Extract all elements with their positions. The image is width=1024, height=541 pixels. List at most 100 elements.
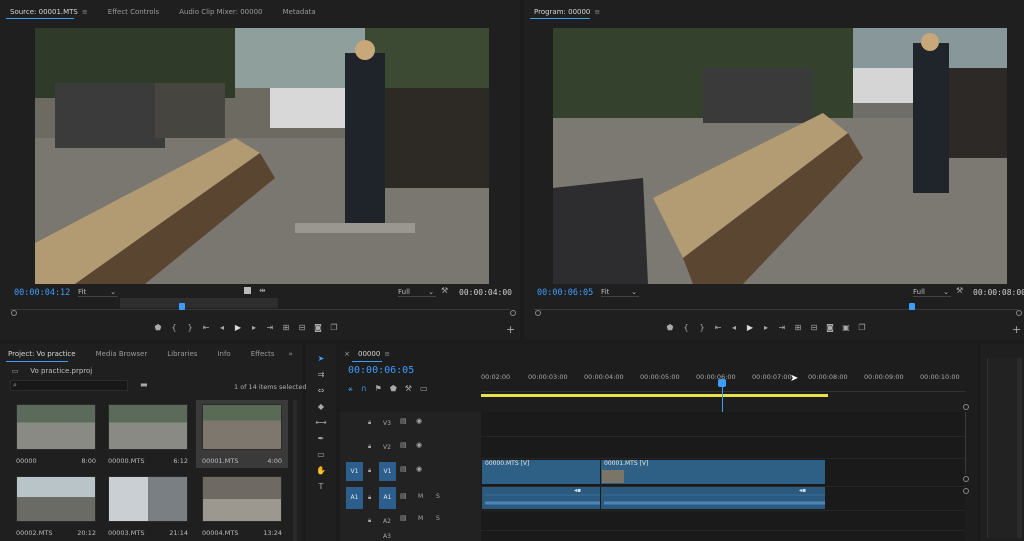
project-scrollbar[interactable] <box>293 400 297 541</box>
more-panels-button[interactable]: » <box>285 350 297 358</box>
search-field[interactable]: ⌕ <box>10 380 128 391</box>
timeline-playhead-head[interactable] <box>718 379 726 387</box>
audio-clip-a1-2[interactable]: ◂▪ <box>601 487 825 509</box>
lock-icon[interactable]: 🔒︎ <box>368 494 371 502</box>
add-marker-icon[interactable]: ⬟ <box>390 384 397 394</box>
wrench-icon[interactable]: ⚒ <box>956 286 963 295</box>
add-button-icon[interactable]: + <box>1012 323 1021 336</box>
program-left-handle[interactable] <box>535 310 541 316</box>
wrench-icon[interactable]: ⚒ <box>405 384 412 394</box>
source-resolution-dropdown[interactable]: Full ⌄ <box>398 288 436 297</box>
in-point-icon[interactable]: { <box>678 323 694 332</box>
project-item-00003-mts[interactable]: 00003.MTS 21:14 <box>102 472 194 541</box>
mute-button[interactable]: M <box>418 493 423 500</box>
source-patch-v1[interactable]: V1 <box>346 462 363 481</box>
tab-sequence[interactable]: 00000 ≡ <box>354 350 394 358</box>
project-item-00004-mts[interactable]: 00004.MTS 13:24 <box>196 472 288 541</box>
source-patch-a1[interactable]: A1 <box>346 487 363 509</box>
tab-source[interactable]: Source: 00001.MTS ≡ <box>0 8 98 16</box>
play-icon[interactable]: ▶ <box>742 323 758 332</box>
source-playhead[interactable] <box>179 303 185 310</box>
nest-icon[interactable]: ⚹ <box>348 384 353 394</box>
step-back-icon[interactable]: ◂ <box>214 323 230 332</box>
captions-icon[interactable]: ▭ <box>420 384 428 394</box>
work-area-bar[interactable] <box>481 394 828 397</box>
tab-metadata[interactable]: Metadata <box>273 8 326 16</box>
marker-icon[interactable]: ⬟ <box>662 323 678 332</box>
source-zoom-dropdown[interactable]: Fit ⌄ <box>78 288 118 297</box>
comparison-view-icon[interactable]: ▣ <box>838 323 854 332</box>
program-timeline-track[interactable] <box>534 309 1018 315</box>
export-frame-icon[interactable]: ◙ <box>310 323 326 332</box>
go-to-out-icon[interactable]: ⇥ <box>262 323 278 332</box>
tab-media-browser[interactable]: Media Browser <box>86 350 158 358</box>
step-forward-icon[interactable]: ▸ <box>758 323 774 332</box>
snap-icon[interactable]: ∩ <box>361 384 367 394</box>
go-to-out-icon[interactable]: ⇥ <box>774 323 790 332</box>
wrench-icon[interactable]: ⚒ <box>441 286 448 295</box>
toggle-sync-icon[interactable]: ▤ <box>400 514 407 522</box>
source-safe-margin-icon[interactable] <box>244 287 251 294</box>
in-point-icon[interactable]: { <box>166 323 182 332</box>
step-back-icon[interactable]: ◂ <box>726 323 742 332</box>
hand-tool-icon[interactable]: ✋ <box>316 466 326 479</box>
tab-effect-controls[interactable]: Effect Controls <box>98 8 169 16</box>
timeline-vscroll[interactable] <box>962 404 970 541</box>
lock-icon[interactable]: 🔒︎ <box>368 517 371 525</box>
out-point-icon[interactable]: } <box>694 323 710 332</box>
toggle-sync-icon[interactable]: ▤ <box>400 417 407 425</box>
lock-icon[interactable]: 🔒︎ <box>368 467 371 475</box>
new-bin-icon[interactable]: ▬ <box>140 380 148 389</box>
program-resolution-dropdown[interactable]: Full ⌄ <box>913 288 951 297</box>
toggle-sync-icon[interactable]: ▤ <box>400 441 407 449</box>
button-editor-icon[interactable]: ❐ <box>326 323 342 332</box>
program-timecode[interactable]: 00:00:06:05 <box>537 288 593 298</box>
toggle-sync-icon[interactable]: ▤ <box>400 465 407 473</box>
extract-icon[interactable]: ⊟ <box>806 323 822 332</box>
linked-selection-icon[interactable]: ⚑ <box>375 384 382 394</box>
mute-button[interactable]: M <box>418 515 423 522</box>
search-input[interactable] <box>23 381 123 390</box>
program-playhead[interactable] <box>909 303 915 310</box>
source-left-handle[interactable] <box>11 310 17 316</box>
source-video-frame[interactable] <box>35 28 489 284</box>
video-clip-00000[interactable]: 00000.MTS [V] <box>482 460 600 484</box>
go-to-in-icon[interactable]: ⇤ <box>710 323 726 332</box>
lift-icon[interactable]: ⊞ <box>790 323 806 332</box>
source-timecode[interactable]: 00:00:04:12 <box>14 288 70 298</box>
slip-tool-icon[interactable]: ⟷ <box>315 418 326 431</box>
source-scrub-bar[interactable] <box>120 298 278 308</box>
program-video-frame[interactable] <box>553 28 1007 284</box>
overwrite-icon[interactable]: ⊟ <box>294 323 310 332</box>
project-item-00000[interactable]: 00000 8:00 <box>10 400 102 468</box>
lock-icon[interactable]: 🔒︎ <box>368 419 371 427</box>
program-right-handle[interactable] <box>1016 310 1022 316</box>
audio-clip-a1-1[interactable]: ◂▪ <box>482 487 600 509</box>
project-item-00000-mts[interactable]: 00000.MTS 6:12 <box>102 400 194 468</box>
project-item-00001-mts[interactable]: 00001.MTS 4:00 <box>196 400 288 468</box>
pen-tool-icon[interactable]: ✒ <box>318 434 325 447</box>
tab-effects[interactable]: Effects <box>241 350 285 358</box>
tab-info[interactable]: Info <box>207 350 240 358</box>
export-frame-icon[interactable]: ◙ <box>822 323 838 332</box>
selection-tool-icon[interactable]: ➤ <box>318 354 325 367</box>
tab-project[interactable]: Project: Vo practice <box>0 350 86 358</box>
toggle-sync-icon[interactable]: ▤ <box>400 492 407 500</box>
button-editor-icon[interactable]: ❐ <box>854 323 870 332</box>
tab-program[interactable]: Program: 00000 ≡ <box>524 8 610 16</box>
step-forward-icon[interactable]: ▸ <box>246 323 262 332</box>
tab-audio-clip-mixer[interactable]: Audio Clip Mixer: 00000 <box>169 8 272 16</box>
insert-icon[interactable]: ⊞ <box>278 323 294 332</box>
project-item-00002-mts[interactable]: 00002.MTS 20:12 <box>10 472 102 541</box>
rectangle-tool-icon[interactable]: ▭ <box>317 450 325 463</box>
timeline-timecode[interactable]: 00:00:06:05 <box>348 365 414 376</box>
eye-icon[interactable]: ◉ <box>416 417 422 425</box>
add-button-icon[interactable]: + <box>506 323 515 336</box>
lock-icon[interactable]: 🔒︎ <box>368 443 371 451</box>
video-clip-00001[interactable]: 00001.MTS [V] <box>601 460 825 484</box>
ripple-edit-tool-icon[interactable]: ⇔ <box>318 386 325 399</box>
solo-button[interactable]: S <box>436 493 440 500</box>
razor-tool-icon[interactable]: ◆ <box>318 402 324 415</box>
close-icon[interactable]: × <box>340 350 354 358</box>
out-point-icon[interactable]: } <box>182 323 198 332</box>
